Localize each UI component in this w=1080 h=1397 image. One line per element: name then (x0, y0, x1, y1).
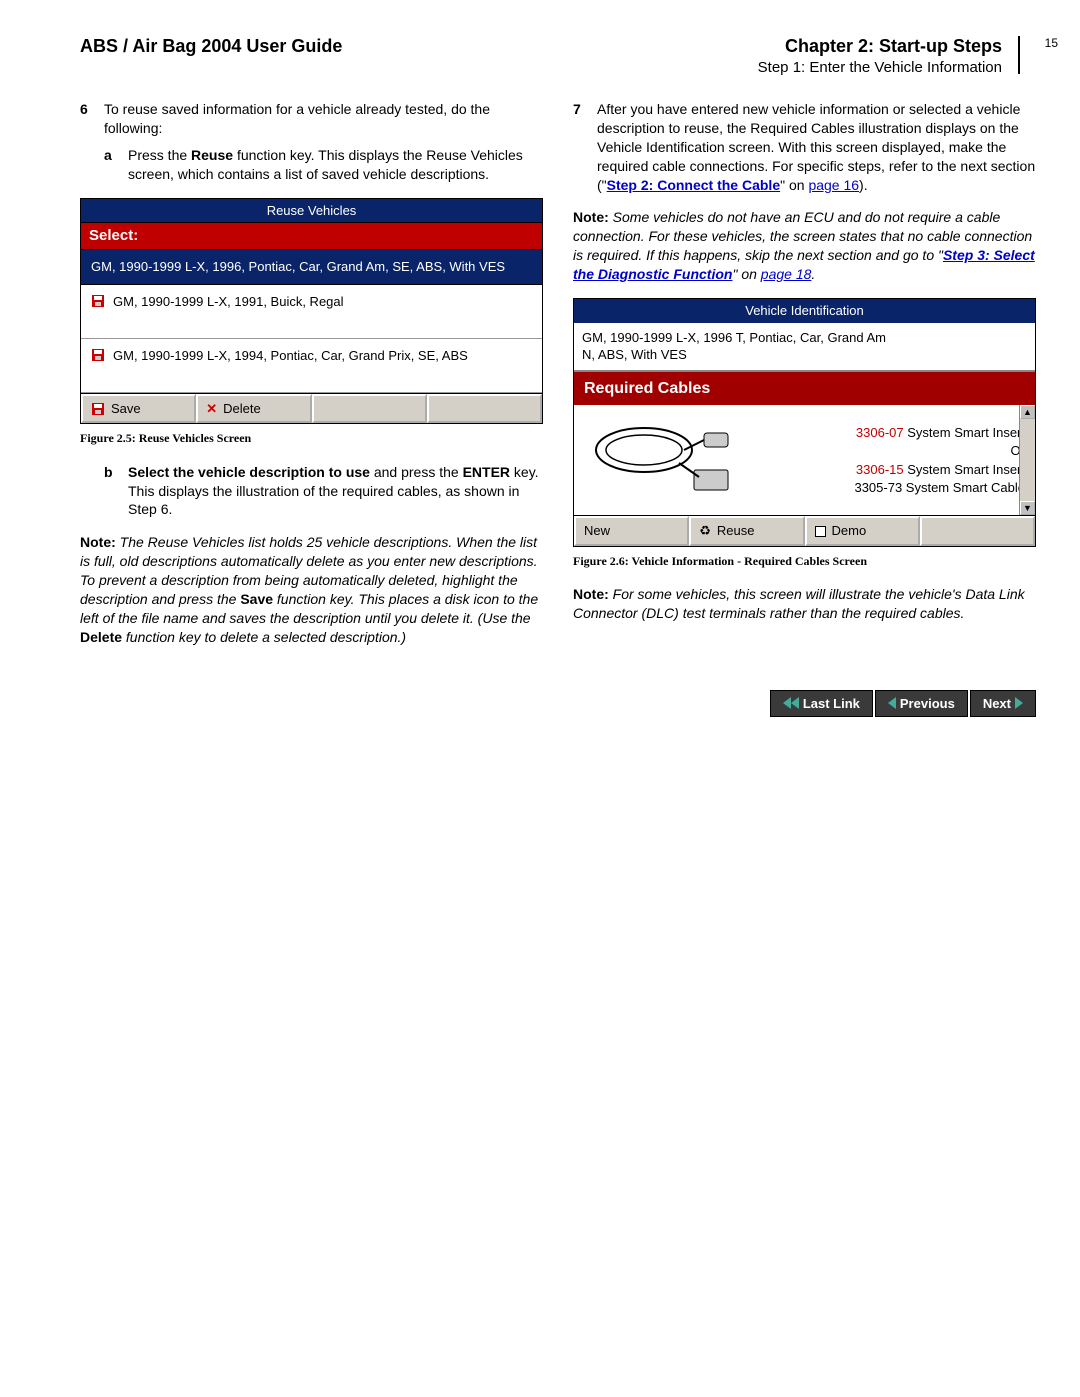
sub-a-text: Press the Reuse function key. This displ… (128, 146, 543, 184)
save-button[interactable]: Save (81, 394, 196, 424)
step-title: Step 1: Enter the Vehicle Information (758, 59, 1002, 76)
scroll-up-icon[interactable]: ▲ (1020, 405, 1035, 419)
link-page16[interactable]: page 16 (808, 177, 859, 193)
reuse-row-selected[interactable]: GM, 1990-1999 L-X, 1996, Pontiac, Car, G… (81, 250, 542, 285)
reuse-button[interactable]: ♻ Reuse (689, 516, 804, 546)
checkbox-icon (815, 526, 826, 537)
disk-icon (91, 294, 105, 308)
figure-2-5: Reuse Vehicles Select: GM, 1990-1999 L-X… (80, 198, 543, 425)
nav-footer: Last Link Previous Next (770, 690, 1036, 717)
note-reuse-list: Note: The Reuse Vehicles list holds 25 v… (80, 533, 543, 646)
chapter-title: Chapter 2: Start-up Steps (758, 36, 1002, 57)
scroll-down-icon[interactable]: ▼ (1020, 501, 1035, 515)
sub-a-letter: a (104, 146, 128, 184)
demo-button[interactable]: Demo (805, 516, 920, 546)
sub-b-letter: b (104, 463, 128, 520)
cable-illustration (584, 415, 744, 505)
vehicle-info-text: GM, 1990-1999 L-X, 1996 T, Pontiac, Car,… (574, 323, 1035, 372)
arrow-right-icon (1015, 697, 1023, 709)
step-7-text: After you have entered new vehicle infor… (597, 100, 1036, 194)
left-column: 6 To reuse saved information for a vehic… (80, 100, 543, 661)
step-6-text: To reuse saved information for a vehicle… (104, 100, 543, 138)
double-arrow-left-icon (791, 697, 799, 709)
figure-2-6-caption: Figure 2.6: Vehicle Information - Requir… (573, 553, 1036, 569)
recycle-icon: ♻ (699, 522, 711, 540)
disk-icon (91, 348, 105, 362)
next-button[interactable]: Next (970, 690, 1036, 717)
arrow-left-icon (888, 697, 896, 709)
doc-title: ABS / Air Bag 2004 User Guide (80, 36, 342, 57)
link-page18[interactable]: page 18 (761, 266, 812, 282)
empty-button (427, 394, 542, 424)
header-divider (1018, 36, 1020, 74)
right-column: 7 After you have entered new vehicle inf… (573, 100, 1036, 661)
empty-button (312, 394, 427, 424)
x-icon: ✕ (206, 400, 217, 418)
figure-2-5-caption: Figure 2.5: Reuse Vehicles Screen (80, 430, 543, 446)
figure-2-6: Vehicle Identification GM, 1990-1999 L-X… (573, 298, 1036, 547)
delete-button[interactable]: ✕ Delete (196, 394, 311, 424)
previous-button[interactable]: Previous (875, 690, 968, 717)
new-button[interactable]: New (574, 516, 689, 546)
cable-list: 3306-07 System Smart Insert Or 3306-15 S… (744, 423, 1025, 498)
note-no-ecu: Note: Some vehicles do not have an ECU a… (573, 208, 1036, 284)
required-cables-label: Required Cables (574, 372, 1035, 406)
last-link-button[interactable]: Last Link (770, 690, 873, 717)
reuse-row[interactable]: GM, 1990-1999 L-X, 1994, Pontiac, Car, G… (81, 339, 542, 393)
scrollbar[interactable]: ▲ ▼ (1019, 405, 1035, 515)
page-number: 15 (1045, 36, 1058, 50)
double-arrow-left-icon (783, 697, 791, 709)
step-6-number: 6 (80, 100, 104, 138)
vehicle-id-title: Vehicle Identification (574, 299, 1035, 323)
empty-button (920, 516, 1035, 546)
sub-b-text: Select the vehicle description to use an… (128, 463, 543, 520)
reuse-vehicles-title: Reuse Vehicles (81, 199, 542, 223)
select-label: Select: (81, 222, 542, 250)
reuse-row[interactable]: GM, 1990-1999 L-X, 1991, Buick, Regal (81, 285, 542, 339)
step-7-number: 7 (573, 100, 597, 194)
disk-icon (91, 402, 105, 416)
link-step2[interactable]: Step 2: Connect the Cable (607, 177, 780, 193)
note-dlc: Note: For some vehicles, this screen wil… (573, 585, 1036, 623)
page-header: ABS / Air Bag 2004 User Guide Chapter 2:… (80, 36, 1036, 76)
